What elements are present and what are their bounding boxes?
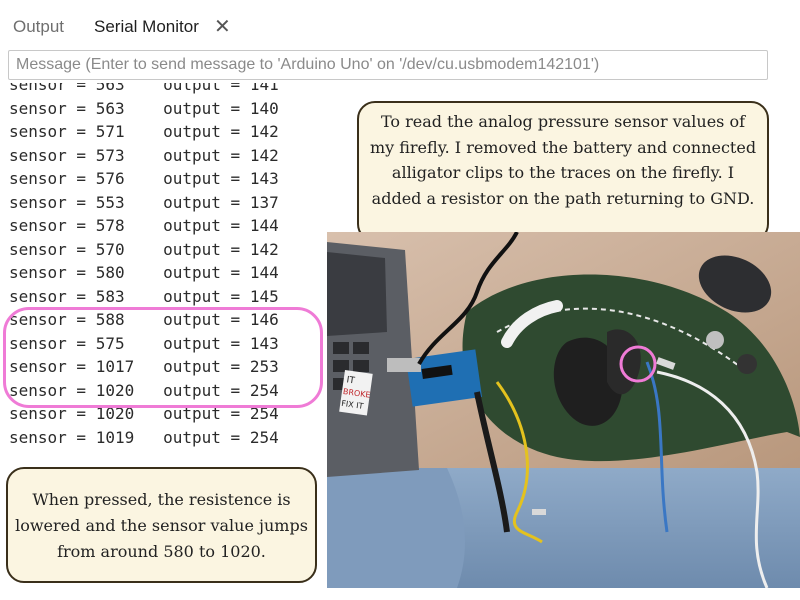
serial-line: sensor = 576 output = 143 bbox=[9, 169, 279, 188]
serial-line: sensor = 580 output = 144 bbox=[9, 263, 279, 282]
highlight-annotation bbox=[3, 307, 323, 408]
hardware-setup-photo: IT BROKE FIX IT bbox=[327, 232, 800, 588]
serial-line: sensor = 563 output = 140 bbox=[9, 98, 279, 118]
serial-line: sensor = 573 output = 142 bbox=[9, 145, 279, 165]
serial-line: sensor = 571 output = 142 bbox=[9, 122, 279, 141]
tab-serial-monitor[interactable]: Serial Monitor bbox=[94, 17, 199, 37]
arduino-board bbox=[406, 349, 482, 407]
serial-line: sensor = 1019 output = 254 bbox=[9, 427, 279, 447]
serial-line: sensor = 583 output = 145 bbox=[9, 286, 279, 306]
annotation-callout-top: To read the analog pressure sensor value… bbox=[357, 101, 769, 242]
tab-output[interactable]: Output bbox=[13, 17, 64, 37]
annotation-callout-bottom: When pressed, the resistence is lowered … bbox=[6, 467, 317, 583]
serial-line: sensor = 578 output = 144 bbox=[9, 216, 279, 235]
panel-tab-bar: Output Serial Monitor ✕ bbox=[0, 0, 778, 48]
serial-line: sensor = 570 output = 142 bbox=[9, 239, 279, 259]
serial-line: sensor = 563 output = 141 bbox=[9, 83, 279, 94]
serial-line: sensor = 553 output = 137 bbox=[9, 192, 279, 212]
serial-message-input[interactable] bbox=[8, 50, 768, 80]
close-icon[interactable]: ✕ bbox=[214, 14, 231, 39]
